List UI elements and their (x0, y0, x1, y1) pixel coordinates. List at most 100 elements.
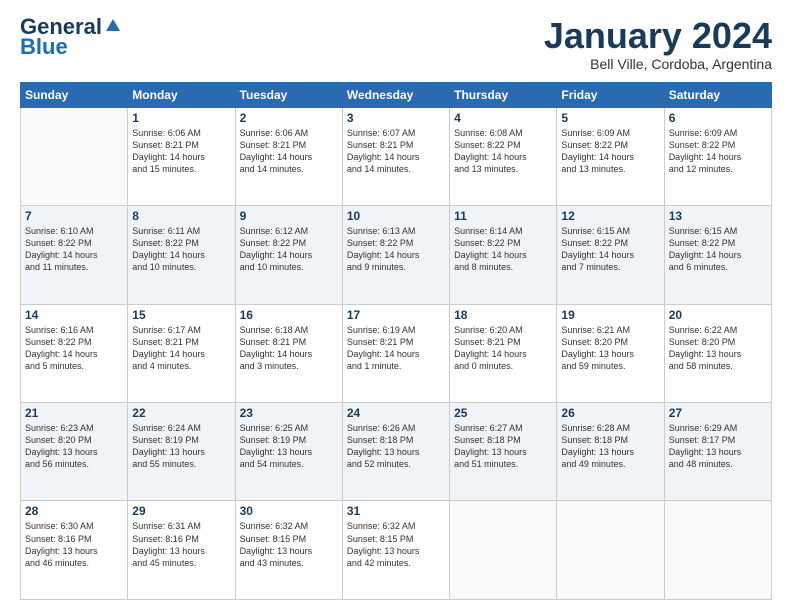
day-info: Sunrise: 6:06 AM Sunset: 8:21 PM Dayligh… (240, 127, 338, 176)
header: General Blue January 2024 Bell Ville, Co… (20, 16, 772, 72)
calendar-cell: 4 Sunrise: 6:08 AM Sunset: 8:22 PM Daylig… (450, 107, 557, 205)
calendar-week-row: 28 Sunrise: 6:30 AM Sunset: 8:16 PM Dayli… (21, 501, 772, 600)
day-info: Sunrise: 6:09 AM Sunset: 8:22 PM Dayligh… (669, 127, 767, 176)
day-info: Sunrise: 6:23 AM Sunset: 8:20 PM Dayligh… (25, 422, 123, 471)
day-number: 23 (240, 406, 338, 420)
day-number: 15 (132, 308, 230, 322)
title-area: January 2024 Bell Ville, Cordoba, Argent… (544, 16, 772, 72)
calendar-cell: 26 Sunrise: 6:28 AM Sunset: 8:18 PM Dayli… (557, 403, 664, 501)
day-number: 19 (561, 308, 659, 322)
day-number: 7 (25, 209, 123, 223)
month-year-title: January 2024 (544, 16, 772, 56)
day-number: 3 (347, 111, 445, 125)
day-number: 10 (347, 209, 445, 223)
logo: General Blue (20, 16, 122, 58)
col-saturday: Saturday (664, 82, 771, 107)
day-info: Sunrise: 6:29 AM Sunset: 8:17 PM Dayligh… (669, 422, 767, 471)
calendar-cell: 20 Sunrise: 6:22 AM Sunset: 8:20 PM Dayli… (664, 304, 771, 402)
day-number: 18 (454, 308, 552, 322)
calendar-cell: 23Sunrise: 6:25 AM Sunset: 8:19 PM Dayli… (235, 403, 342, 501)
calendar-cell (557, 501, 664, 600)
day-number: 24 (347, 406, 445, 420)
day-info: Sunrise: 6:22 AM Sunset: 8:20 PM Dayligh… (669, 324, 767, 373)
calendar-header-row: Sunday Monday Tuesday Wednesday Thursday… (21, 82, 772, 107)
day-number: 4 (454, 111, 552, 125)
calendar-cell: 1 Sunrise: 6:06 AM Sunset: 8:21 PM Daylig… (128, 107, 235, 205)
day-info: Sunrise: 6:10 AM Sunset: 8:22 PM Dayligh… (25, 225, 123, 274)
calendar-cell: 11Sunrise: 6:14 AM Sunset: 8:22 PM Dayli… (450, 206, 557, 304)
day-number: 14 (25, 308, 123, 322)
calendar-cell: 12 Sunrise: 6:15 AM Sunset: 8:22 PM Dayli… (557, 206, 664, 304)
logo-blue-text: Blue (20, 36, 68, 58)
calendar-cell: 28 Sunrise: 6:30 AM Sunset: 8:16 PM Dayli… (21, 501, 128, 600)
calendar-cell: 5 Sunrise: 6:09 AM Sunset: 8:22 PM Daylig… (557, 107, 664, 205)
day-number: 25 (454, 406, 552, 420)
calendar-cell: 19Sunrise: 6:21 AM Sunset: 8:20 PM Dayli… (557, 304, 664, 402)
calendar-cell: 27 Sunrise: 6:29 AM Sunset: 8:17 PM Dayli… (664, 403, 771, 501)
calendar-cell: 25 Sunrise: 6:27 AM Sunset: 8:18 PM Dayli… (450, 403, 557, 501)
day-number: 5 (561, 111, 659, 125)
day-info: Sunrise: 6:26 AM Sunset: 8:18 PM Dayligh… (347, 422, 445, 471)
day-number: 20 (669, 308, 767, 322)
col-wednesday: Wednesday (342, 82, 449, 107)
calendar-cell (21, 107, 128, 205)
day-info: Sunrise: 6:06 AM Sunset: 8:21 PM Dayligh… (132, 127, 230, 176)
day-number: 1 (132, 111, 230, 125)
day-info: Sunrise: 6:32 AM Sunset: 8:15 PM Dayligh… (240, 520, 338, 569)
day-number: 30 (240, 504, 338, 518)
day-info: Sunrise: 6:07 AM Sunset: 8:21 PM Dayligh… (347, 127, 445, 176)
day-info: Sunrise: 6:19 AM Sunset: 8:21 PM Dayligh… (347, 324, 445, 373)
calendar-cell: 24 Sunrise: 6:26 AM Sunset: 8:18 PM Dayli… (342, 403, 449, 501)
location-subtitle: Bell Ville, Cordoba, Argentina (544, 56, 772, 72)
calendar-cell: 14Sunrise: 6:16 AM Sunset: 8:22 PM Dayli… (21, 304, 128, 402)
day-number: 27 (669, 406, 767, 420)
calendar-cell (664, 501, 771, 600)
day-info: Sunrise: 6:24 AM Sunset: 8:19 PM Dayligh… (132, 422, 230, 471)
day-info: Sunrise: 6:20 AM Sunset: 8:21 PM Dayligh… (454, 324, 552, 373)
day-info: Sunrise: 6:27 AM Sunset: 8:18 PM Dayligh… (454, 422, 552, 471)
col-tuesday: Tuesday (235, 82, 342, 107)
day-number: 29 (132, 504, 230, 518)
calendar-table: Sunday Monday Tuesday Wednesday Thursday… (20, 82, 772, 600)
day-number: 2 (240, 111, 338, 125)
calendar-cell: 7 Sunrise: 6:10 AM Sunset: 8:22 PM Daylig… (21, 206, 128, 304)
calendar-cell: 8Sunrise: 6:11 AM Sunset: 8:22 PM Daylig… (128, 206, 235, 304)
day-info: Sunrise: 6:31 AM Sunset: 8:16 PM Dayligh… (132, 520, 230, 569)
col-friday: Friday (557, 82, 664, 107)
day-number: 22 (132, 406, 230, 420)
day-number: 26 (561, 406, 659, 420)
day-number: 9 (240, 209, 338, 223)
day-number: 8 (132, 209, 230, 223)
day-number: 13 (669, 209, 767, 223)
col-monday: Monday (128, 82, 235, 107)
day-number: 28 (25, 504, 123, 518)
calendar-week-row: 21Sunrise: 6:23 AM Sunset: 8:20 PM Dayli… (21, 403, 772, 501)
calendar-cell: 10 Sunrise: 6:13 AM Sunset: 8:22 PM Dayli… (342, 206, 449, 304)
day-number: 11 (454, 209, 552, 223)
day-number: 17 (347, 308, 445, 322)
calendar-week-row: 1 Sunrise: 6:06 AM Sunset: 8:21 PM Daylig… (21, 107, 772, 205)
col-thursday: Thursday (450, 82, 557, 107)
day-number: 31 (347, 504, 445, 518)
calendar-cell (450, 501, 557, 600)
calendar-cell: 13 Sunrise: 6:15 AM Sunset: 8:22 PM Dayli… (664, 206, 771, 304)
day-info: Sunrise: 6:30 AM Sunset: 8:16 PM Dayligh… (25, 520, 123, 569)
day-number: 12 (561, 209, 659, 223)
calendar-cell: 16Sunrise: 6:18 AM Sunset: 8:21 PM Dayli… (235, 304, 342, 402)
calendar-cell: 21Sunrise: 6:23 AM Sunset: 8:20 PM Dayli… (21, 403, 128, 501)
day-info: Sunrise: 6:28 AM Sunset: 8:18 PM Dayligh… (561, 422, 659, 471)
calendar-cell: 31Sunrise: 6:32 AM Sunset: 8:15 PM Dayli… (342, 501, 449, 600)
calendar-cell: 18 Sunrise: 6:20 AM Sunset: 8:21 PM Dayli… (450, 304, 557, 402)
calendar-cell: 15Sunrise: 6:17 AM Sunset: 8:21 PM Dayli… (128, 304, 235, 402)
day-info: Sunrise: 6:15 AM Sunset: 8:22 PM Dayligh… (561, 225, 659, 274)
day-info: Sunrise: 6:13 AM Sunset: 8:22 PM Dayligh… (347, 225, 445, 274)
logo-icon (104, 17, 122, 35)
day-info: Sunrise: 6:15 AM Sunset: 8:22 PM Dayligh… (669, 225, 767, 274)
day-info: Sunrise: 6:12 AM Sunset: 8:22 PM Dayligh… (240, 225, 338, 274)
day-info: Sunrise: 6:09 AM Sunset: 8:22 PM Dayligh… (561, 127, 659, 176)
calendar-cell: 2 Sunrise: 6:06 AM Sunset: 8:21 PM Daylig… (235, 107, 342, 205)
day-info: Sunrise: 6:08 AM Sunset: 8:22 PM Dayligh… (454, 127, 552, 176)
calendar-cell: 3 Sunrise: 6:07 AM Sunset: 8:21 PM Daylig… (342, 107, 449, 205)
day-number: 6 (669, 111, 767, 125)
calendar-cell: 6 Sunrise: 6:09 AM Sunset: 8:22 PM Daylig… (664, 107, 771, 205)
